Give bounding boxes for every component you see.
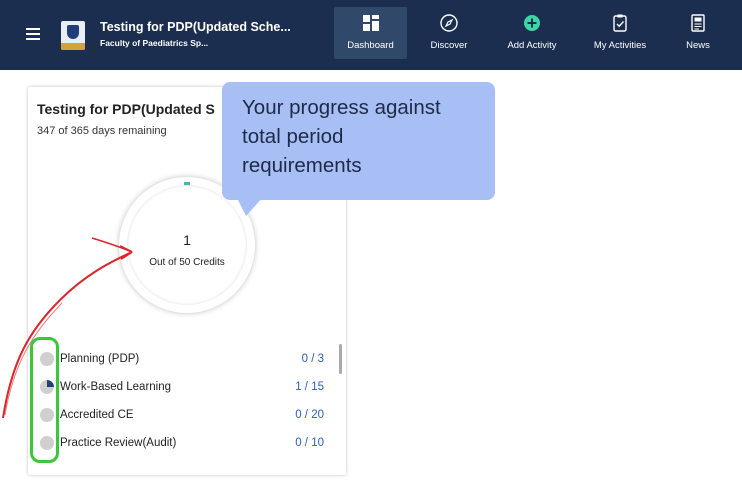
annotation-arrow: [2, 237, 133, 419]
